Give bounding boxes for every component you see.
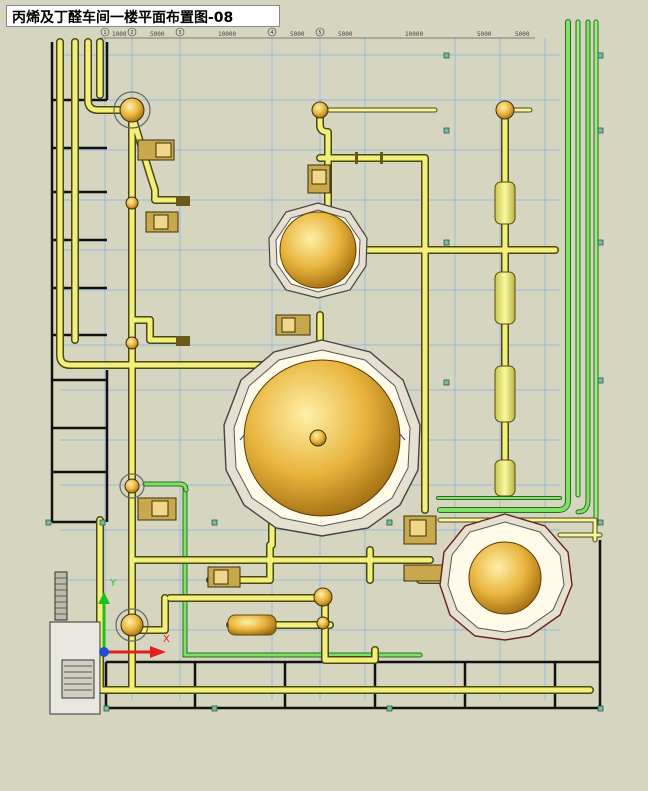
ucs-x-label: X	[163, 634, 170, 645]
dimension-text: 10000	[405, 31, 423, 38]
pump	[207, 566, 241, 588]
dimension-text: 5000	[515, 31, 530, 38]
pump	[307, 164, 331, 194]
dimension-text: 5000	[477, 31, 492, 38]
grid-bubble-label: 5	[318, 30, 321, 36]
pump	[403, 515, 437, 545]
dimension-text: 5000	[290, 31, 305, 38]
floor-plan-drawing[interactable]: 1000 5000 10000 5000 5000 10000 5000 500…	[0, 0, 648, 791]
dimension-text: 10000	[218, 31, 236, 38]
vessel-main	[223, 339, 421, 537]
grid-bubble-label: 2	[130, 30, 133, 36]
pump	[403, 564, 443, 582]
ucs-y-label: Y	[109, 578, 117, 589]
grid-bubble-label: 3	[178, 30, 181, 36]
grid-bubble-label: 1	[103, 30, 106, 36]
pump	[137, 139, 175, 161]
dimension-text: 1000	[112, 31, 127, 38]
grid-bubble-label: 4	[270, 30, 273, 36]
pump	[145, 211, 179, 233]
pump	[137, 497, 177, 521]
stair-equipment-block	[49, 571, 101, 715]
dimension-text: 5000	[338, 31, 353, 38]
vessel-lower-right	[439, 513, 573, 641]
vessel-upper	[268, 202, 368, 299]
pump	[275, 314, 311, 336]
dimension-text: 5000	[150, 31, 165, 38]
